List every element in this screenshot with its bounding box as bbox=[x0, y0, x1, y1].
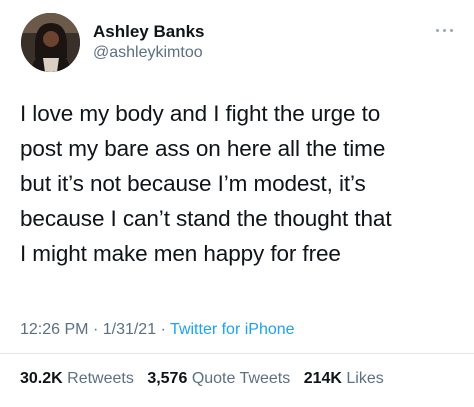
tweet-source-link[interactable]: Twitter for iPhone bbox=[170, 321, 295, 338]
likes-label: Likes bbox=[346, 370, 384, 387]
tweet-card: Ashley Banks @ashleykimtoo I love my bod… bbox=[0, 0, 474, 407]
meta-separator: · bbox=[160, 321, 166, 338]
meta-separator: · bbox=[92, 321, 99, 338]
tweet-date[interactable]: 1/31/21 bbox=[103, 321, 156, 338]
tweet-time[interactable]: 12:26 PM bbox=[20, 321, 88, 338]
retweets-label: Retweets bbox=[67, 370, 134, 387]
tweet-text: I love my body and I fight the urge to p… bbox=[20, 96, 465, 271]
tweet-text-line: but it’s not because I’m modest, it’s bbox=[20, 171, 366, 196]
likes-count: 214K bbox=[303, 370, 342, 387]
tweet-text-line: post my bare ass on here all the time bbox=[20, 136, 386, 161]
more-horizontal-icon[interactable] bbox=[434, 26, 456, 36]
tweet-meta: 12:26 PM · 1/31/21 · Twitter for iPhone bbox=[20, 320, 295, 340]
avatar[interactable] bbox=[21, 13, 80, 72]
author-name[interactable]: Ashley Banks bbox=[93, 22, 205, 42]
divider bbox=[0, 353, 474, 354]
retweets-stat[interactable]: 30.2K Retweets bbox=[20, 370, 134, 387]
quote-tweets-label: Quote Tweets bbox=[191, 370, 291, 387]
author-block: Ashley Banks @ashleykimtoo bbox=[93, 22, 205, 64]
retweets-count: 30.2K bbox=[20, 370, 63, 387]
tweet-text-line: I might make men happy for free bbox=[20, 241, 341, 266]
tweet-text-line: I love my body and I fight the urge to bbox=[20, 101, 381, 126]
likes-stat[interactable]: 214K Likes bbox=[304, 370, 384, 387]
quote-tweets-count: 3,576 bbox=[147, 370, 188, 387]
tweet-stats: 30.2K Retweets 3,576 Quote Tweets 214K L… bbox=[20, 369, 393, 389]
quote-tweets-stat[interactable]: 3,576 Quote Tweets bbox=[147, 370, 290, 387]
tweet-text-line: because I can’t stand the thought that bbox=[20, 206, 392, 231]
author-handle[interactable]: @ashleykimtoo bbox=[93, 42, 205, 64]
